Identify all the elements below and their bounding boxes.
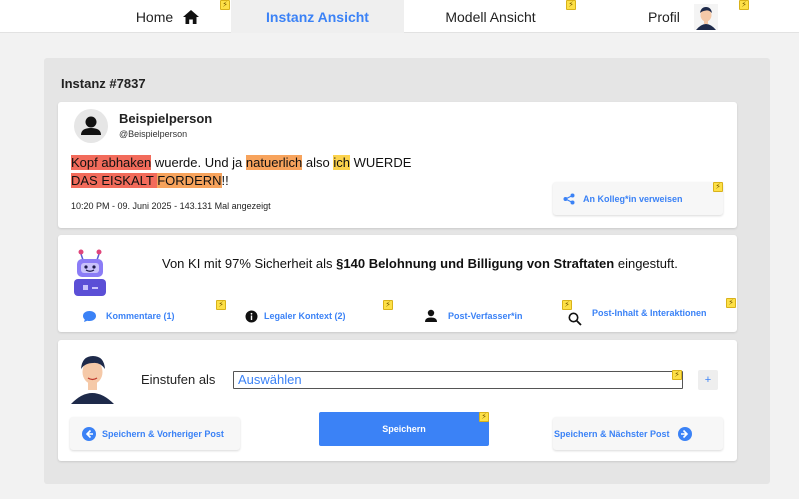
home-icon xyxy=(183,9,200,24)
highlight-span: Kopf abhaken xyxy=(71,155,152,170)
flash-icon: ⚡ xyxy=(479,412,489,422)
classification-select[interactable]: Auswählen xyxy=(233,371,683,389)
comment-icon xyxy=(83,310,96,322)
flash-icon: ⚡ xyxy=(566,0,576,10)
text-span: also xyxy=(302,155,334,170)
search-icon xyxy=(568,312,582,326)
save-next-label: Speichern & Nächster Post xyxy=(554,428,670,439)
classify-label: Einstufen als xyxy=(141,372,216,387)
flash-icon: ⚡ xyxy=(726,298,736,308)
nav-tab-profil[interactable]: Profil xyxy=(600,0,760,33)
top-navigation: Home ⚡ Instanz Ansicht Modell Ansicht ⚡ … xyxy=(0,0,799,33)
author-handle: @Beispielperson xyxy=(119,129,188,139)
tab-comments[interactable]: Kommentare (1) xyxy=(82,306,175,326)
refer-colleague-button[interactable]: An Kolleg*in verweisen xyxy=(553,182,723,215)
highlight-span: ich xyxy=(333,155,350,170)
author-name: Beispielperson xyxy=(119,111,213,126)
avatar xyxy=(69,352,116,404)
flash-icon: ⚡ xyxy=(713,182,723,192)
save-previous-button[interactable]: Speichern & Vorheriger Post xyxy=(70,417,240,450)
save-button[interactable]: Speichern xyxy=(319,412,489,446)
flash-icon: ⚡ xyxy=(672,370,682,380)
info-icon xyxy=(245,310,258,322)
add-classification-button[interactable]: + xyxy=(698,370,718,390)
tab-post-content-label: Post-Inhalt & Interaktionen xyxy=(592,308,707,318)
classification-select-value: Auswählen xyxy=(238,372,302,387)
author-avatar xyxy=(74,109,108,143)
avatar xyxy=(693,3,718,30)
save-next-button[interactable]: Speichern & Nächster Post xyxy=(553,417,723,450)
nav-profil-label: Profil xyxy=(648,8,680,25)
ai-prefix: Von KI mit 97% Sicherheit als xyxy=(162,256,337,271)
highlight-span: DAS EISKALT xyxy=(71,173,158,188)
nav-modell-label: Modell Ansicht xyxy=(445,8,536,25)
person-icon xyxy=(425,309,437,322)
save-previous-label: Speichern & Vorheriger Post xyxy=(102,428,224,439)
tab-post-author-label: Post-Verfasser*in xyxy=(448,311,523,321)
arrow-right-icon xyxy=(677,426,692,441)
post-meta: 10:20 PM - 09. Juni 2025 - 143.131 Mal a… xyxy=(71,201,271,211)
highlight-span: FORDERN xyxy=(157,173,222,188)
page-title: Instanz #7837 xyxy=(61,76,146,91)
arrow-left-icon xyxy=(82,426,96,441)
ai-category: §140 Belohnung und Billigung von Strafta… xyxy=(336,256,615,271)
tab-legal-context[interactable]: Legaler Kontext (2) xyxy=(245,306,346,326)
nav-tab-instanz[interactable]: Instanz Ansicht xyxy=(231,0,404,33)
tab-post-content[interactable]: Post-Inhalt & Interaktionen xyxy=(568,303,707,326)
post-text: Kopf abhaken wuerde. Und ja natuerlich a… xyxy=(71,154,491,190)
tab-comments-label: Kommentare (1) xyxy=(106,311,175,321)
flash-icon: ⚡ xyxy=(739,0,749,10)
flash-icon: ⚡ xyxy=(220,0,230,10)
highlight-span: natuerlich xyxy=(245,155,303,170)
ai-classification-text: Von KI mit 97% Sicherheit als §140 Beloh… xyxy=(162,256,678,271)
flash-icon: ⚡ xyxy=(216,300,226,310)
nav-tab-modell[interactable]: Modell Ansicht xyxy=(404,0,577,33)
flash-icon: ⚡ xyxy=(383,300,393,310)
text-span: WUERDE xyxy=(349,155,412,170)
tab-post-author[interactable]: Post-Verfasser*in xyxy=(424,306,523,326)
save-label: Speichern xyxy=(382,424,426,434)
ai-suffix: eingestuft. xyxy=(614,256,678,271)
refer-colleague-label: An Kolleg*in verweisen xyxy=(583,193,683,204)
text-span: wuerde. Und ja xyxy=(151,155,246,170)
text-span: !! xyxy=(221,173,229,188)
nav-tab-home[interactable]: Home xyxy=(105,0,230,33)
nav-home-label: Home xyxy=(135,8,174,25)
robot-icon xyxy=(67,246,113,296)
share-icon xyxy=(563,193,575,204)
tab-legal-label: Legaler Kontext (2) xyxy=(264,311,346,321)
nav-instanz-label: Instanz Ansicht xyxy=(266,8,369,25)
user-icon xyxy=(81,116,101,135)
